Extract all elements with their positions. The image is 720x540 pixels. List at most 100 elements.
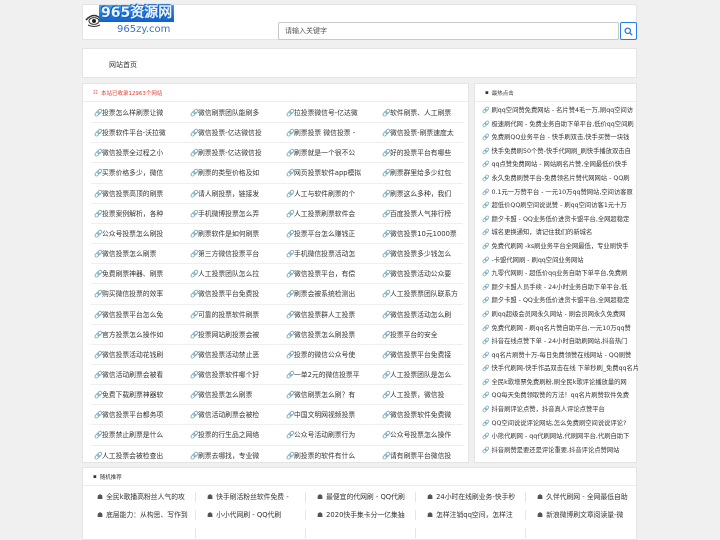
site-link[interactable]: 🔗 微信投票平台免费接 (379, 345, 471, 365)
site-link[interactable]: 🔗 一单2元的微信投票平 (283, 365, 375, 385)
site-link[interactable]: 🔗 可靠的投票软件刷票 (187, 305, 279, 325)
site-link[interactable]: 🔗 微信投票活动公众要 (379, 264, 471, 284)
hot-click-item[interactable]: 🔗 颜夕卡盟人员手续 - 24小时业务自助下单平台,低 (475, 281, 638, 295)
site-link[interactable]: 🔗 刷票软件是如何刷票 (187, 224, 279, 244)
site-link[interactable]: 🔗 中国文明网视频投票 (283, 405, 375, 425)
hot-click-item[interactable]: 🔗 免费代刷网 - 刷qq名片赞自助平台,一元10万qq赞 (475, 322, 638, 336)
site-link[interactable]: 🔗 刷投票的软件有什么 (283, 446, 375, 466)
site-link[interactable]: 🔗 刷票投票 微信投票 - (283, 123, 375, 143)
recommend-link[interactable] (529, 524, 637, 540)
site-link[interactable]: 🔗 刷票的类型价格及如 (187, 163, 279, 183)
site-link[interactable]: 🔗 人工投票会被检查出 (91, 446, 183, 466)
site-logo[interactable]: 965资源网 965zy.com (83, 5, 195, 41)
hot-click-item[interactable]: 🔗 快手免费刷50个赞-快手代网刷_刷快手播放双击自 (475, 145, 638, 159)
site-link[interactable]: 🔗 拉投票微信号-亿达微 (283, 103, 375, 123)
recommend-link[interactable] (419, 524, 527, 540)
site-link[interactable]: 🔗 微信投票多少钱怎么 (379, 244, 471, 264)
hot-click-item[interactable]: 🔗 0.1元一万赞平台 - 一元10万qq赞网站,空间访客原 (475, 186, 638, 200)
site-link[interactable]: 🔗 微信投票平台怎么免 (91, 305, 183, 325)
site-link[interactable]: 🔗 请有刷票平台微信投 (379, 446, 471, 466)
site-link[interactable]: 🔗 请人刷投票，链接发 (187, 184, 279, 204)
site-link[interactable]: 🔗 免费刷票神器、刷票 (91, 264, 183, 284)
nav-item-home[interactable]: 网站首页 (109, 60, 137, 70)
hot-click-item[interactable]: 🔗 颜夕卡盟 - QQ业务低价进货卡盟平台,全网超稳定 (475, 213, 638, 227)
recommend-link[interactable] (309, 524, 417, 540)
search-input[interactable] (279, 23, 618, 39)
site-link[interactable]: 🔗 公众号投票怎么操作 (379, 425, 471, 445)
site-link[interactable]: 🔗 微信刷票怎么刷？有 (283, 385, 375, 405)
recommend-link[interactable]: ☗ 2020快手集卡分一亿集抽 (309, 506, 417, 524)
site-link[interactable]: 🔗 购买微信投票的效率 (91, 284, 183, 304)
site-link[interactable]: 🔗 微信投票10元1000票 (379, 224, 471, 244)
hot-click-item[interactable]: 🔗 颜夕卡盟 - QQ业务低价进货卡盟平台,全网超稳定 (475, 294, 638, 308)
hot-click-item[interactable]: 🔗 抖音刷评论点赞，抖音真人评论点赞平台 (475, 403, 638, 417)
hot-click-item[interactable]: 🔗 刷qq超级会员网永久网站 - 刷会员网永久免费网 (475, 308, 638, 322)
site-link[interactable]: 🔗 微信投票群人工投票 (283, 305, 375, 325)
site-link[interactable]: 🔗 微信投票全过程之小 (91, 143, 183, 163)
recommend-link[interactable]: ☗ 24小时在线刷业务-快手秒 (419, 488, 527, 506)
site-link[interactable]: 🔗 微信投票活动怎么刷 (379, 305, 471, 325)
site-link[interactable]: 🔗 免费下载刷票神器软 (91, 385, 183, 405)
site-link[interactable]: 🔗 刷票这么多种，我们 (379, 184, 471, 204)
hot-click-item[interactable]: 🔗 永久免费刷赞平台-免费领名片赞代网网站 - QQ刷 (475, 172, 638, 186)
site-link[interactable]: 🔗 人工投票刷票软件会 (283, 204, 375, 224)
hot-click-item[interactable]: 🔗 QQ空间说说评论网站,怎么免费刷空间说说评论? (475, 417, 638, 431)
site-link[interactable]: 🔗 微信投票怎么刷票 (187, 385, 279, 405)
site-link[interactable]: 🔗 微信活动刷票会被检 (187, 405, 279, 425)
site-link[interactable]: 🔗 投票的微信公众号使 (283, 345, 375, 365)
site-link[interactable]: 🔗 人工投票团队怎么拉 (187, 264, 279, 284)
site-link[interactable]: 🔗 投票网站刷投票会被 (187, 325, 279, 345)
search-button[interactable] (620, 22, 637, 40)
recommend-link[interactable]: ☗ 小小代网刷 - QQ代刷 (199, 506, 307, 524)
recommend-link[interactable]: ☗ 全民k歌播高粉丝人气的攻 (89, 488, 197, 506)
site-link[interactable]: 🔗 公众号活动刷票行为 (283, 425, 375, 445)
site-link[interactable]: 🔗 刷票群里给多少红包 (379, 163, 471, 183)
site-link[interactable]: 🔗 微信投票活动花钱刷 (91, 345, 183, 365)
hot-click-item[interactable]: 🔗 qq点赞免费网站 - 网站刷名片赞,全网最低价快手 (475, 158, 638, 172)
recommend-link[interactable] (199, 524, 307, 540)
site-link[interactable]: 🔗 软件刷票、人工刷票 (379, 103, 471, 123)
site-link[interactable]: 🔗 投票平台的安全 (379, 325, 471, 345)
hot-click-item[interactable]: 🔗 抖音刷赞是要还是评论重要,抖音评论点赞网站 (475, 444, 638, 458)
site-link[interactable]: 🔗 买票价格多少，微信 (91, 163, 183, 183)
site-link[interactable]: 🔗 微信投票怎么刷票 (91, 244, 183, 264)
site-link[interactable]: 🔗 微信投票平台都务项 (91, 405, 183, 425)
site-link[interactable]: 🔗 微信刷票团队能刷多 (187, 103, 279, 123)
site-link[interactable]: 🔗 手机微信投票活动怎 (283, 244, 375, 264)
site-link[interactable]: 🔗 微信投票平台，有偿 (283, 264, 375, 284)
site-link[interactable]: 🔗 投票怎么样刷票让微 (91, 103, 183, 123)
site-link[interactable]: 🔗 人工投票，微信投 (379, 385, 471, 405)
site-link[interactable]: 🔗 微信投票活动禁止恶 (187, 345, 279, 365)
site-link[interactable]: 🔗 百度投票人气排行榜 (379, 204, 471, 224)
site-link[interactable]: 🔗 投票平台怎么赚钱正 (283, 224, 375, 244)
site-link[interactable]: 🔗 人工投票团队是怎么 (379, 365, 471, 385)
site-link[interactable]: 🔗 刷票就是一个很不公 (283, 143, 375, 163)
recommend-link[interactable]: ☗ 怎样注销qq空间，怎样注 (419, 506, 527, 524)
site-link[interactable]: 🔗 刷票会被系统检测出 (283, 284, 375, 304)
hot-click-item[interactable]: 🔗 抖音在线点赞下单 - 24小时自助刷网站,抖音热门 (475, 335, 638, 349)
recommend-link[interactable]: ☗ 底层能力：从构思、写作到 (89, 506, 197, 524)
hot-click-item[interactable]: 🔗 城名更换通知，请记住我们的新城名 (475, 226, 638, 240)
site-link[interactable]: 🔗 微信投票高顶的刷票 (91, 184, 183, 204)
hot-click-item[interactable]: 🔗 免费代刷网 -ks刷业务平台全网最低，专业刷快手 (475, 240, 638, 254)
recommend-link[interactable]: ☗ 久伴代刷网 - 全网最低自助 (529, 488, 637, 506)
hot-click-item[interactable]: 🔗 刷qq空间赞免费网站 - 名片赞4毛一万,刷qq空间访 (475, 104, 638, 118)
site-link[interactable]: 🔗 微信投票软件哪个好 (187, 365, 279, 385)
site-link[interactable]: 🔗 投票的行生品之网络 (187, 425, 279, 445)
site-link[interactable]: 🔗 人工投票票团队联系方 (379, 284, 471, 304)
site-link[interactable]: 🔗 投票案例解析，各种 (91, 204, 183, 224)
hot-click-item[interactable]: 🔗 免费刷QQ业务平台 - 快手刷双击,快手买赞一块钱 (475, 131, 638, 145)
hot-click-item[interactable]: 🔗 超低价QQ刷空间说说赞 - 刷qq空间访客1元十万 (475, 199, 638, 213)
hot-click-item[interactable]: 🔗 -卡盟代网刷 - 刷qq空间业务网站 (475, 254, 638, 268)
recommend-link[interactable]: ☗ 快手刷活粉丝软件免费 - (199, 488, 307, 506)
site-link[interactable]: 🔗 投票软件平台-沃拉微 (91, 123, 183, 143)
hot-click-item[interactable]: 🔗 QQ每天免费领取赞的方法！qq名片刷赞软件免费 (475, 389, 638, 403)
recommend-link[interactable] (89, 524, 197, 540)
hot-click-item[interactable]: 🔗 极速刷代网 - 免费业务自助下单平台,低价qq空间刷 (475, 118, 638, 132)
site-link[interactable]: 🔗 微信投票-亿达微信投 (187, 123, 279, 143)
hot-click-item[interactable]: 🔗 qq名片刷赞十万-每日免费领赞在线网站 - QQ刷赞 (475, 349, 638, 363)
site-link[interactable]: 🔗 第三方微信投票平台 (187, 244, 279, 264)
site-link[interactable]: 🔗 网页投票软件app模拟 (283, 163, 375, 183)
hot-click-item[interactable]: 🔗 小熊代刷网 - qq代刷网站,代刷网平台,代刷自助下 (475, 430, 638, 444)
site-link[interactable]: 🔗 微信活动刷票会被看 (91, 365, 183, 385)
